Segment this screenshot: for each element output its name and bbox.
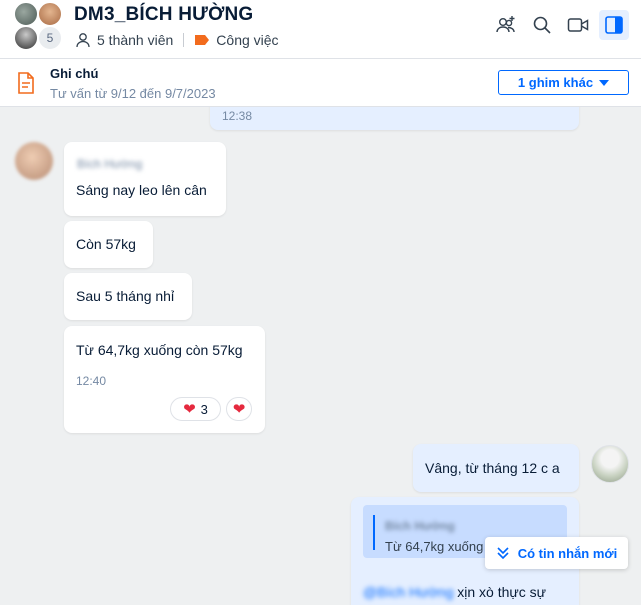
quote-text: Từ 64,7kg xuống xyxy=(385,539,484,554)
search-icon xyxy=(533,16,551,34)
quote-sender: Bích Hường xyxy=(385,519,455,533)
reaction-count: 3 xyxy=(200,401,208,417)
pinned-message-bar[interactable]: Ghi chú Tư vấn từ 9/12 đến 9/7/2023 1 gh… xyxy=(0,59,641,107)
members-link[interactable]: 5 thành viên xyxy=(75,32,173,48)
tag-icon xyxy=(195,35,210,45)
video-call-icon xyxy=(567,18,589,32)
message-bubble-own[interactable]: Vâng, từ tháng 12 c a xyxy=(413,444,579,492)
message-text: Từ 64,7kg xuống còn 57kg xyxy=(76,342,243,358)
message-bubble[interactable]: Từ 64,7kg xuống còn 57kg 12:40 ❤ 3 ❤ xyxy=(64,326,265,433)
member-avatar xyxy=(14,26,38,50)
message-time: 12:38 xyxy=(222,109,253,123)
sender-name: Bích Hường xyxy=(77,157,143,171)
message-bubble[interactable]: Bích Hường Sáng nay leo lên cân xyxy=(64,142,226,216)
members-count: 5 thành viên xyxy=(97,32,174,48)
more-pins-label: 1 ghim khác xyxy=(517,75,594,90)
label-text: Công việc xyxy=(216,32,279,48)
add-reaction-button[interactable]: ❤ xyxy=(226,397,252,421)
add-member-button[interactable] xyxy=(491,10,521,40)
video-call-button[interactable] xyxy=(563,10,593,40)
caret-down-icon xyxy=(599,79,610,86)
mention[interactable]: @Bích Hường xyxy=(363,584,453,600)
reply-line: @Bích Hường xịn xò thực sự xyxy=(363,584,546,600)
message-text: Vâng, từ tháng 12 c a xyxy=(425,460,560,476)
user-icon xyxy=(76,33,90,48)
message-bubble[interactable]: Còn 57kg xyxy=(64,221,153,268)
sidebar-toggle-button[interactable] xyxy=(599,10,629,40)
message-text: Sáng nay leo lên cân xyxy=(76,182,207,198)
member-avatar xyxy=(14,2,38,26)
group-avatar[interactable]: 5 xyxy=(14,2,64,52)
sender-avatar[interactable] xyxy=(15,142,53,180)
double-chevron-down-icon xyxy=(497,547,509,560)
more-pins-button[interactable]: 1 ghim khác xyxy=(498,70,629,95)
new-messages-button[interactable]: Có tin nhắn mới xyxy=(485,537,628,569)
new-messages-label: Có tin nhắn mới xyxy=(517,545,618,561)
message-text: Sau 5 tháng nhỉ xyxy=(76,288,175,304)
message-text: xịn xò thực sự xyxy=(457,584,547,600)
heart-icon: ❤ xyxy=(183,400,196,418)
sidebar-toggle-icon xyxy=(605,16,623,34)
own-avatar[interactable] xyxy=(591,445,629,483)
reaction-summary[interactable]: ❤ 3 xyxy=(170,397,221,421)
message-list[interactable]: 12:38 Bích Hường Sáng nay leo lên cân Cò… xyxy=(0,107,641,605)
member-avatar xyxy=(38,2,62,26)
chat-header: 5 DM3_BÍCH HƯỜNG 5 thành viên Công việc xyxy=(0,0,641,59)
member-count-badge: 5 xyxy=(38,26,62,50)
group-meta: 5 thành viên Công việc xyxy=(75,32,279,48)
note-icon xyxy=(18,72,34,94)
message-text: Còn 57kg xyxy=(76,236,136,252)
message-bubble-own[interactable]: 12:38 xyxy=(210,107,579,130)
heart-icon: ❤ xyxy=(232,400,246,418)
divider xyxy=(183,33,185,47)
search-button[interactable] xyxy=(527,10,557,40)
pinned-subtitle: Tư vấn từ 9/12 đến 9/7/2023 xyxy=(50,86,216,101)
conversation-label[interactable]: Công việc xyxy=(194,32,279,48)
message-time: 12:40 xyxy=(76,374,107,388)
add-member-icon xyxy=(496,16,515,33)
message-bubble[interactable]: Sau 5 tháng nhỉ xyxy=(64,273,192,320)
group-title[interactable]: DM3_BÍCH HƯỜNG xyxy=(74,4,253,26)
pinned-title: Ghi chú xyxy=(50,66,99,81)
quote-bar xyxy=(373,515,375,550)
header-actions xyxy=(491,10,629,40)
